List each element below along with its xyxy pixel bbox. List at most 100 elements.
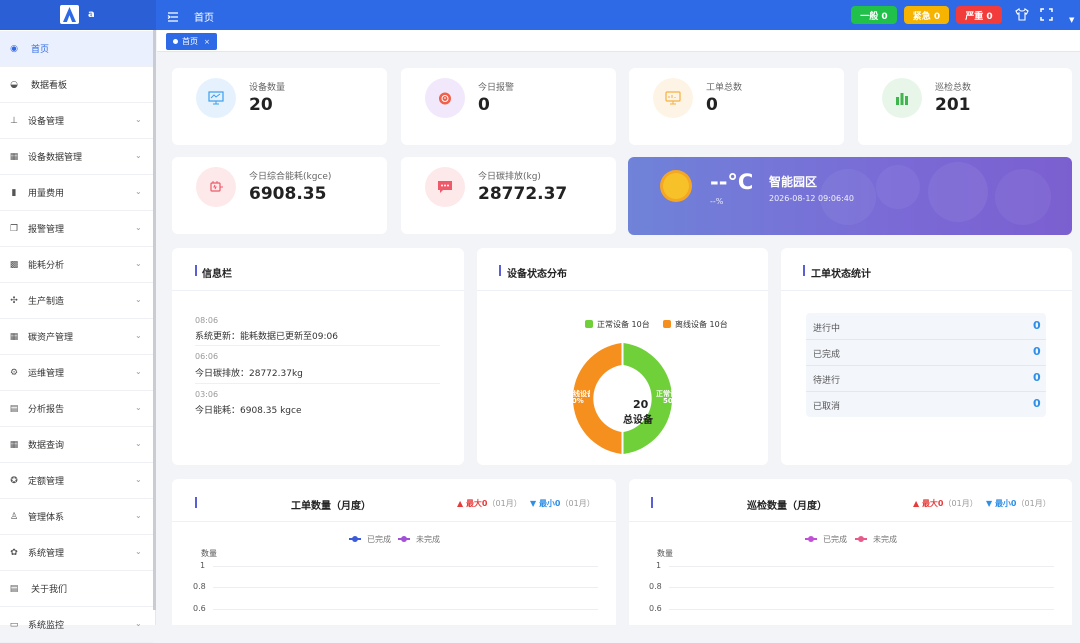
title-accent (651, 497, 653, 508)
stat-card-workorders: 工单总数 0 (629, 68, 844, 145)
logo-area[interactable]: a (0, 0, 156, 30)
chevron-down-icon[interactable]: ▼ (1069, 16, 1074, 24)
legend-done-label[interactable]: 已完成 (367, 534, 391, 545)
tab-label: 首页 (182, 37, 198, 46)
workorder-status-value: 0 (1033, 397, 1041, 410)
sidebar-item-label: 生产制造 (28, 297, 65, 307)
file-icon: ▤ (9, 584, 19, 594)
info-text: 今日能耗：6908.35 kgce (195, 406, 302, 416)
chart-title: 工单数量（月度） (291, 501, 371, 512)
sidebar-item-label: 设备管理 (28, 117, 65, 127)
weather-datetime: 2026-08-12 09:06:40 (769, 194, 854, 203)
legend-normal-swatch[interactable] (585, 320, 593, 328)
sidebar-item-ops[interactable]: ⚙ 运维管理 ⌄ (0, 355, 153, 391)
info-time: 08:06 (195, 316, 219, 325)
stat-value: 6908.35 (249, 184, 327, 204)
alarm-urgent-button[interactable]: 紧急 0 (904, 6, 949, 24)
workorder-status-label: 已完成 (813, 350, 841, 360)
alarm-severe-button[interactable]: 严重 0 (956, 6, 1002, 24)
logo-icon (60, 5, 79, 24)
sidebar-item-label: 管理体系 (28, 513, 65, 523)
y-axis-label: 数量 (201, 549, 217, 558)
sidebar-item-device-data[interactable]: ▦ 设备数据管理 ⌄ (0, 139, 153, 175)
divider (806, 391, 1046, 392)
workorder-status-value: 0 (1033, 319, 1041, 332)
legend-done-dot[interactable] (352, 536, 358, 542)
legend-undone-label[interactable]: 未完成 (873, 534, 897, 545)
stat-label: 今日综合能耗(kgce) (249, 172, 332, 182)
gear-icon: ✿ (10, 548, 18, 558)
sidebar-item-monitor[interactable]: ▭ 系统监控 ⌄ (0, 607, 153, 643)
stat-card-energy: 今日综合能耗(kgce) 6908.35 (172, 157, 387, 234)
breadcrumb[interactable]: 首页 (194, 9, 214, 24)
sidebar-item-quota[interactable]: ✪ 定额管理 ⌄ (0, 463, 153, 499)
legend-normal-label[interactable]: 正常设备 10台 (597, 319, 650, 330)
device-panel-title: 设备状态分布 (507, 269, 567, 280)
sidebar-item-report[interactable]: ▤ 分析报告 ⌄ (0, 391, 153, 427)
file-icon: ▤ (9, 404, 19, 414)
sidebar-item-label: 用量费用 (28, 189, 65, 199)
legend-undone-dot[interactable] (858, 536, 864, 542)
sidebar-item-production[interactable]: ✣ 生产制造 ⌄ (0, 283, 153, 319)
legend-offline-label[interactable]: 离线设备 10台 (675, 319, 728, 330)
legend-undone-label[interactable]: 未完成 (416, 534, 440, 545)
workorder-status-value: 0 (1033, 371, 1041, 384)
menu-toggle-icon[interactable] (167, 8, 179, 22)
shirt-icon[interactable] (1015, 7, 1029, 24)
alarm-general-button[interactable]: 一般 0 (851, 6, 897, 24)
sidebar-scrollbar[interactable] (153, 30, 156, 610)
chevron-down-icon: ⌄ (135, 367, 142, 376)
weather-humidity: --% (710, 197, 724, 206)
chevron-down-icon: ⌄ (135, 439, 142, 448)
tab-home[interactable]: 首页 × (166, 33, 217, 50)
grid-line (213, 609, 598, 610)
legend-offline-swatch[interactable] (663, 320, 671, 328)
grid-line (213, 587, 598, 588)
divider (195, 383, 440, 384)
workorder-status-label: 进行中 (813, 324, 841, 334)
plug-icon (196, 167, 236, 207)
legend-done-label[interactable]: 已完成 (823, 534, 847, 545)
y-tick: 0.8 (649, 582, 662, 591)
fullscreen-icon[interactable] (1040, 8, 1053, 24)
sidebar-item-label: 关于我们 (31, 585, 68, 595)
grid-line (213, 566, 598, 567)
info-time: 03:06 (195, 390, 219, 399)
sidebar-item-carbon[interactable]: ▦ 碳资产管理 ⌄ (0, 319, 153, 355)
table-icon: ▦ (9, 152, 19, 162)
sidebar-item-usage[interactable]: ▮ 用量费用 ⌄ (0, 175, 153, 211)
legend-done-dot[interactable] (808, 536, 814, 542)
close-icon[interactable]: × (204, 38, 210, 46)
grid-icon: ▩ (9, 260, 19, 270)
gear-icon: ✪ (10, 476, 18, 486)
stat-card-carbon: 今日碳排放(kg) 28772.37 (401, 157, 616, 234)
logo-text: a (88, 9, 95, 20)
donut-center-label: 总设备 (623, 415, 653, 426)
sidebar-item-dashboard[interactable]: ◒ 数据看板 (0, 67, 153, 103)
sidebar-item-label: 碳资产管理 (28, 333, 74, 343)
person-icon: ♙ (9, 512, 19, 522)
stat-card-alarms: 今日报警 0 (401, 68, 616, 145)
move-icon: ✣ (10, 296, 18, 306)
grid-line (669, 566, 1054, 567)
y-tick: 0.8 (193, 582, 206, 591)
sidebar-item-system-mgmt[interactable]: ♙ 管理体系 ⌄ (0, 499, 153, 535)
sidebar-item-settings[interactable]: ✿ 系统管理 ⌄ (0, 535, 153, 571)
sidebar-item-about[interactable]: ▤ 关于我们 (0, 571, 153, 607)
sidebar-item-query[interactable]: ▦ 数据查询 ⌄ (0, 427, 153, 463)
chevron-down-icon: ⌄ (135, 403, 142, 412)
divider (172, 521, 616, 522)
stat-value: 0 (706, 95, 718, 115)
divider (195, 345, 440, 346)
divider (781, 290, 1072, 291)
message-icon (425, 167, 465, 207)
sidebar-item-alarm[interactable]: ❐ 报警管理 ⌄ (0, 211, 153, 247)
chevron-down-icon: ⌄ (135, 187, 142, 196)
sidebar-item-home[interactable]: ◉ 首页 (0, 31, 153, 67)
sidebar-item-device[interactable]: ⊥ 设备管理 ⌄ (0, 103, 153, 139)
sidebar-item-energy[interactable]: ▩ 能耗分析 ⌄ (0, 247, 153, 283)
chart-min-stat: ▼ 最小0（01月） (986, 499, 1051, 508)
legend-undone-dot[interactable] (401, 536, 407, 542)
chart-max-stat: ▲ 最大0（01月） (913, 499, 978, 508)
table-icon: ▦ (9, 332, 19, 342)
